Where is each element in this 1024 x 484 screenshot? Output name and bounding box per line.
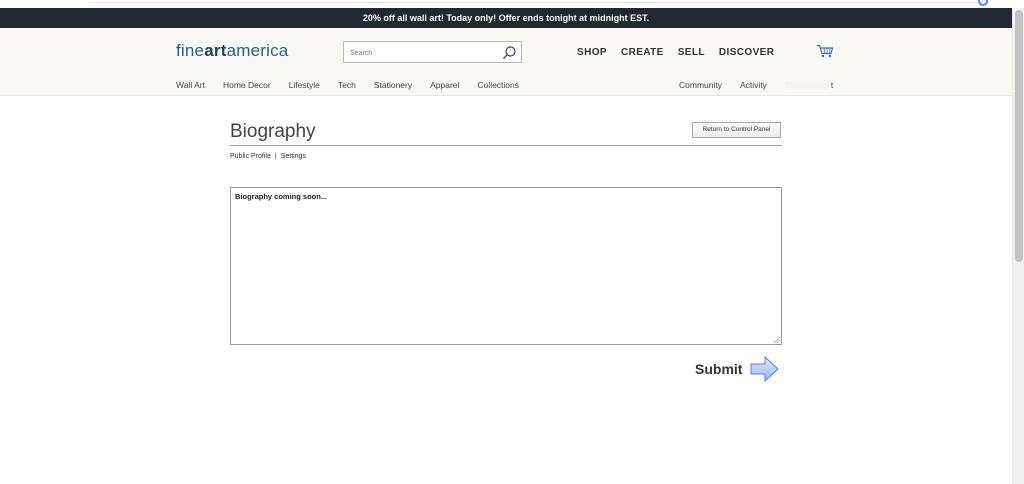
nav-sell[interactable]: SELL <box>678 47 705 58</box>
site-header: fineartamerica SHOP CREATE SELL DISCOVER… <box>0 28 1012 96</box>
biography-textarea[interactable]: Biography coming soon... <box>230 187 782 345</box>
site-logo[interactable]: fineartamerica <box>176 41 288 61</box>
search-box <box>343 41 522 64</box>
submit-button[interactable]: Submit <box>695 355 780 383</box>
subnav-account-redacted[interactable] <box>784 81 829 89</box>
tab-public-profile[interactable]: Public Profile <box>230 153 271 160</box>
subnav-activity[interactable]: Activity <box>740 80 767 90</box>
subnav-home-decor[interactable]: Home Decor <box>223 80 271 90</box>
profile-tabs: Public Profile | Settings <box>230 153 306 160</box>
title-divider <box>230 145 782 146</box>
tab-settings[interactable]: Settings <box>281 153 306 160</box>
browser-top-strip <box>0 0 1024 8</box>
search-input[interactable] <box>344 43 494 64</box>
subnav-apparel[interactable]: Apparel <box>430 80 459 90</box>
cart-icon[interactable] <box>816 44 834 58</box>
nav-create[interactable]: CREATE <box>621 47 664 58</box>
nav-shop[interactable]: SHOP <box>577 47 607 58</box>
sub-nav-right: Community Activity t <box>679 80 833 90</box>
tab-separator: | <box>274 153 277 160</box>
subnav-lifestyle[interactable]: Lifestyle <box>289 80 320 90</box>
subnav-wall-art[interactable]: Wall Art <box>176 80 205 90</box>
scrollbar-thumb[interactable] <box>1015 10 1023 262</box>
subnav-tech[interactable]: Tech <box>338 80 356 90</box>
return-to-control-panel-button[interactable]: Return to Control Panel <box>692 122 781 138</box>
vertical-scrollbar[interactable] <box>1012 8 1024 484</box>
submit-label: Submit <box>695 361 743 377</box>
search-icon[interactable] <box>501 45 517 61</box>
resize-grip-icon[interactable] <box>773 336 781 344</box>
promo-banner[interactable]: 20% off all wall art! Today only! Offer … <box>0 8 1012 28</box>
subnav-community[interactable]: Community <box>679 80 722 90</box>
subnav-collections[interactable]: Collections <box>477 80 519 90</box>
browser-profile-icon[interactable] <box>978 0 988 6</box>
logo-part-america: america <box>226 41 289 60</box>
sub-nav: Wall Art Home Decor Lifestyle Tech Stati… <box>176 80 519 90</box>
nav-discover[interactable]: DISCOVER <box>719 47 774 58</box>
subnav-account-trailing[interactable]: t <box>831 80 833 90</box>
subnav-stationery[interactable]: Stationery <box>374 80 412 90</box>
main-nav: SHOP CREATE SELL DISCOVER <box>577 47 774 58</box>
arrow-right-icon <box>750 355 780 383</box>
browser-tab-line <box>90 0 990 3</box>
page-title: Biography <box>230 121 316 142</box>
logo-part-fine: fine <box>176 41 205 60</box>
logo-part-art: art <box>204 41 227 60</box>
